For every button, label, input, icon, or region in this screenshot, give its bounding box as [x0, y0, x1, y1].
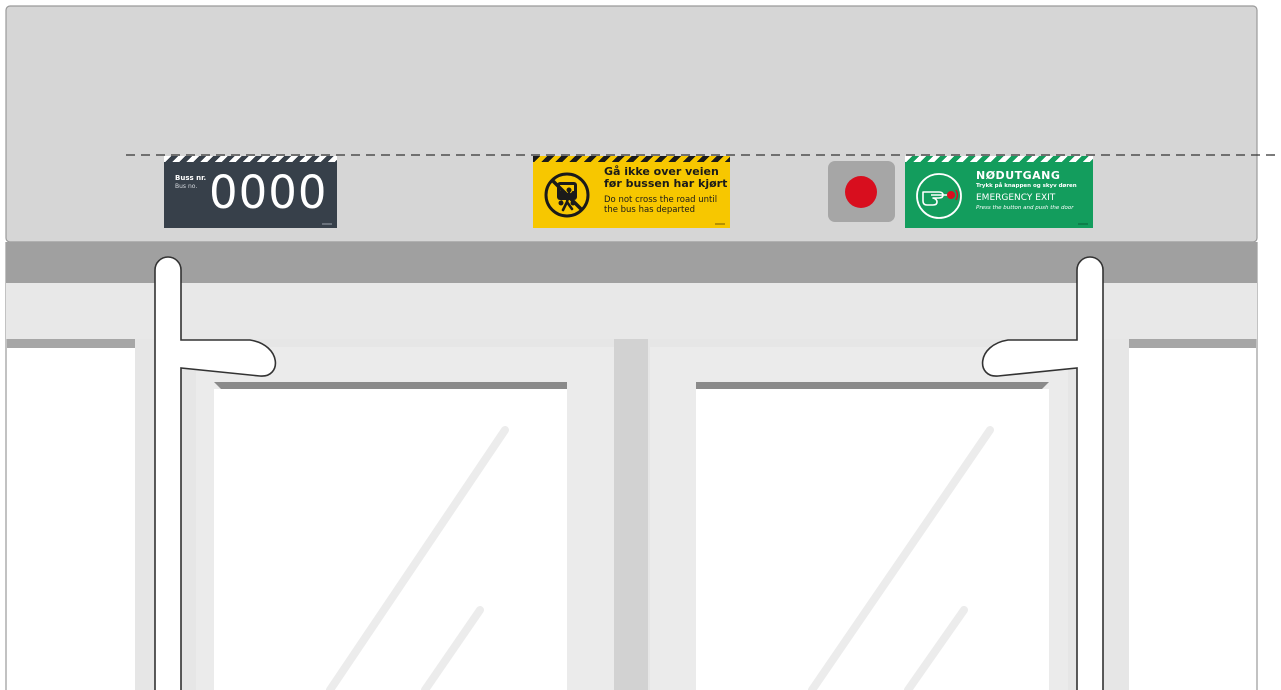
hand-press-button-icon	[916, 173, 962, 219]
door-header-strip	[6, 283, 1257, 339]
bus-number-value: 0000	[209, 166, 328, 219]
warning-line2-en: the bus has departed	[604, 205, 695, 215]
hazard-stripe	[905, 156, 1093, 162]
hazard-stripe	[533, 156, 730, 162]
door-top-rail	[6, 242, 1257, 283]
red-push-button-icon[interactable]	[845, 176, 877, 208]
sign-print-mark	[715, 223, 725, 225]
warning-text-no: Gå ikke over veien før bussen har kjørt	[604, 166, 727, 190]
bus-number-label-no: Buss nr.	[175, 174, 207, 182]
exit-title-no: NØDUTGANG	[976, 169, 1061, 182]
left-side-ledge	[7, 339, 135, 348]
hazard-stripe	[164, 156, 337, 162]
left-door-glass-bevel	[214, 382, 567, 389]
do-not-cross-sign: Gå ikke over veien før bussen har kjørt …	[533, 156, 730, 228]
sign-print-mark	[322, 223, 332, 225]
sign-print-mark	[1078, 223, 1088, 225]
warning-line1-en: Do not cross the road until	[604, 195, 718, 205]
bus-door-scene	[5, 5, 1281, 690]
exit-instruction-en: Press the button and push the door	[976, 205, 1074, 211]
warning-line2-no: før bussen har kjørt	[604, 177, 728, 190]
warning-text-en: Do not cross the road until the bus has …	[604, 195, 717, 215]
emergency-door-button[interactable]	[828, 161, 895, 222]
no-crossing-pedestrian-bus-icon	[544, 172, 590, 218]
bus-number-label-en: Bus no.	[175, 183, 198, 190]
left-door-glass	[214, 389, 567, 690]
exit-title-en: EMERGENCY EXIT	[976, 193, 1056, 203]
emergency-exit-sign: NØDUTGANG Trykk på knappen og skyv døren…	[905, 156, 1093, 228]
exit-instruction-no: Trykk på knappen og skyv døren	[976, 183, 1077, 189]
door-center-divider	[614, 339, 648, 690]
right-door-glass-bevel	[696, 382, 1049, 389]
right-door-glass	[696, 389, 1049, 690]
right-side-ledge	[1129, 339, 1256, 348]
bus-number-sign: Buss nr. Bus no. 0000	[164, 156, 337, 228]
